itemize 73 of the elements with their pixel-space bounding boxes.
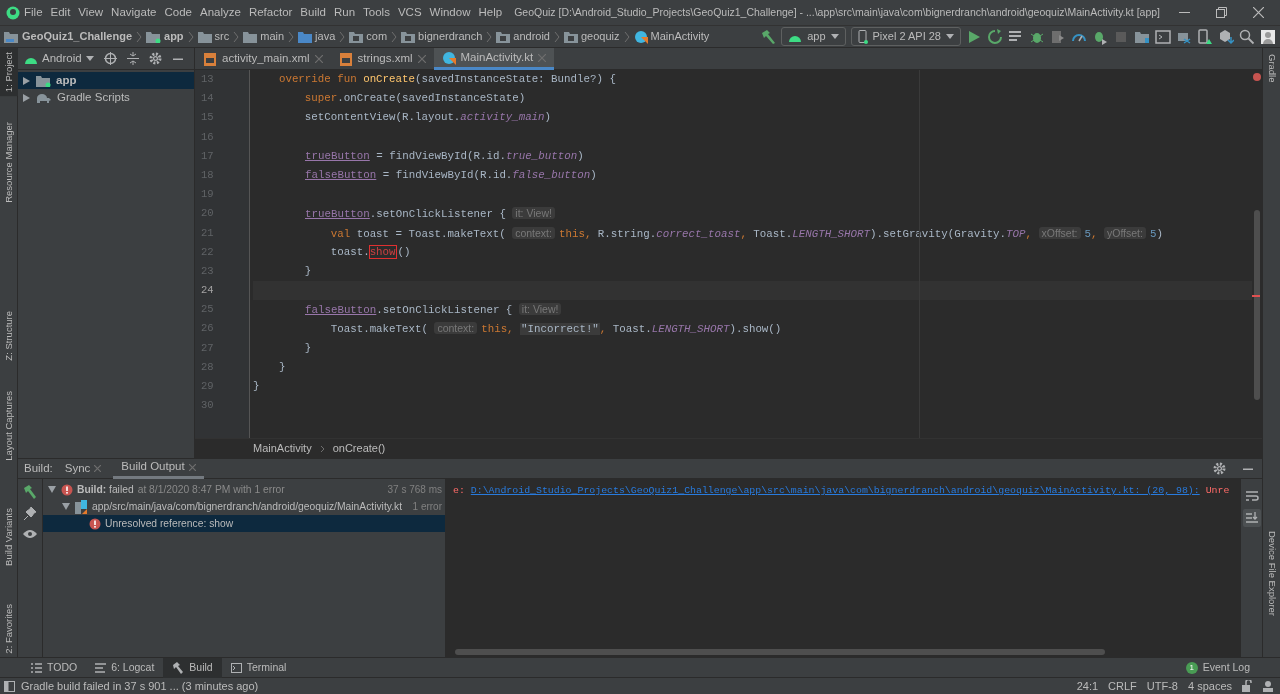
status-message: Gradle build failed in 37 s 901 ... (3 minutes ago) bbox=[21, 678, 259, 694]
breadcrumb-item[interactable]: main bbox=[260, 28, 285, 45]
code-line: toast.show () bbox=[329, 244, 412, 260]
menu-item[interactable]: Run bbox=[329, 3, 360, 22]
line-number: 24 bbox=[200, 283, 215, 299]
breadcrumb-item[interactable]: src bbox=[214, 28, 230, 45]
menu-item[interactable]: VCS bbox=[393, 3, 426, 22]
editor-tab[interactable]: strings.xml bbox=[330, 48, 434, 70]
panel-title: Build: bbox=[24, 460, 53, 476]
tool-window-tab[interactable]: Gradle bbox=[1262, 50, 1280, 87]
file-encoding[interactable]: UTF-8 bbox=[1146, 677, 1178, 694]
line-separator[interactable]: CRLF bbox=[1108, 677, 1137, 694]
breadcrumb-item[interactable]: android bbox=[513, 28, 550, 45]
window-title: GeoQuiz [D:\Android_Studio_Projects\GeoQuiz1_Challenge] - ...\app\src\main\java\com\bignerdranch\android\geoquiz\MainActivity.kt [app] bbox=[514, 4, 1161, 20]
code-line: super.onCreate(savedInstanceState) bbox=[303, 91, 527, 107]
tree-item[interactable]: app/src/main/java/com/bignerdranch/android/geoquiz/MainActivity.kt 1 error bbox=[43, 498, 445, 515]
menu-item[interactable]: File bbox=[20, 3, 47, 22]
breadcrumb-item[interactable]: bignerdranch bbox=[418, 28, 483, 45]
code-line: setContentView(R.layout.activity_main) bbox=[303, 110, 553, 126]
menu-item[interactable]: Edit bbox=[46, 3, 75, 22]
tree-item[interactable]: Gradle Scripts bbox=[18, 89, 194, 106]
tool-window-tab[interactable]: 6: Logcat bbox=[86, 657, 164, 678]
breadcrumb-item[interactable]: app bbox=[164, 28, 184, 45]
tool-window-tab[interactable]: Terminal bbox=[221, 657, 296, 678]
menu-item[interactable]: Window bbox=[425, 3, 475, 22]
tree-item[interactable]: Unresolved reference: show bbox=[43, 515, 445, 532]
file-link[interactable]: D:\Android_Studio_Projects\GeoQuiz1_Challenge\app\src\main\java\com\bignerdranch\android\geoquiz\MainActivity.kt: (20, 98): bbox=[470, 485, 1200, 496]
tool-window-tab[interactable]: Resource Manager bbox=[0, 118, 18, 207]
tree-item[interactable]: Build: failed at 8/1/2020 8:47 PM with 1 error 37 s 768 ms bbox=[43, 481, 445, 498]
code-line: } bbox=[303, 340, 313, 356]
tool-window-tab[interactable]: TODO bbox=[22, 657, 87, 678]
code-line: trueButton = findViewById(R.id.true_button) bbox=[304, 148, 585, 164]
editor-tab[interactable]: activity_main.xml bbox=[195, 48, 331, 70]
code-line: falseButton.setOnClickListener { it: View! bbox=[253, 300, 1252, 320]
run-configuration-dropdown[interactable]: app bbox=[781, 27, 846, 46]
code-line: } bbox=[277, 359, 287, 375]
code-line: val toast = Toast.makeText( context: this, R.string.correct_toast, Toast.LENGTH_SHORT).setGravity(Gravity.TOP, xOffset: 5, yOffset: 5) bbox=[329, 225, 1164, 242]
menu-item[interactable]: Tools bbox=[359, 3, 394, 22]
code-line: falseButton = findViewById(R.id.false_button) bbox=[304, 167, 598, 183]
tool-window-tab[interactable]: Z: Structure bbox=[0, 306, 18, 365]
indent-setting[interactable]: 4 spaces bbox=[1187, 677, 1232, 694]
breadcrumb-item[interactable]: GeoQuiz1_Challenge bbox=[22, 28, 133, 45]
code-line: } bbox=[253, 379, 261, 394]
breadcrumb-item[interactable]: MainActivity bbox=[650, 28, 710, 45]
menu-item[interactable]: View bbox=[74, 3, 108, 22]
tool-window-tab[interactable]: 1: Project bbox=[0, 48, 18, 97]
project-view-dropdown[interactable]: Android bbox=[24, 49, 94, 68]
device-dropdown[interactable]: Pixel 2 API 28 bbox=[850, 27, 961, 46]
menu-item[interactable]: Help bbox=[474, 3, 507, 22]
tool-window-tab[interactable]: Layout Captures bbox=[0, 386, 18, 465]
breadcrumb-item[interactable]: com bbox=[366, 28, 388, 45]
code-line: } bbox=[303, 263, 313, 279]
tool-window-tab[interactable]: 2: Favorites bbox=[0, 600, 18, 658]
tool-window-tab[interactable]: Build bbox=[163, 657, 222, 678]
menu-item[interactable]: Navigate bbox=[107, 3, 161, 22]
tool-window-tab[interactable]: Build Variants bbox=[0, 504, 18, 571]
breadcrumb-item[interactable]: java bbox=[315, 28, 336, 45]
menu-item[interactable]: Build bbox=[296, 3, 330, 22]
panel-tab[interactable]: Sync bbox=[56, 458, 110, 479]
breadcrumb-item[interactable]: geoquiz bbox=[581, 28, 620, 45]
menu-item[interactable]: Analyze bbox=[195, 3, 245, 22]
event-log-button[interactable]: 1 Event Log bbox=[1185, 659, 1280, 676]
code-line: override fun onCreate(savedInstanceState: Bundle?) { bbox=[277, 72, 617, 87]
tool-window-tab[interactable]: Device File Explorer bbox=[1262, 526, 1280, 620]
menu-item[interactable]: Refactor bbox=[244, 3, 297, 22]
code-line: Toast.makeText( context: this, "Incorrect!", Toast.LENGTH_SHORT).show() bbox=[329, 321, 783, 338]
editor-tab[interactable]: MainActivity.kt bbox=[433, 48, 555, 70]
menu-item[interactable]: Code bbox=[160, 3, 196, 22]
tree-item[interactable]: app bbox=[18, 72, 194, 89]
breadcrumb-item[interactable]: MainActivity bbox=[253, 440, 312, 457]
breadcrumb-item[interactable]: onCreate() bbox=[332, 440, 386, 457]
output-line: e: D:\Android_Studio_Projects\GeoQuiz1_Challenge\app\src\main\java\com\bignerdranch\android\geoquiz\MainActivity.kt: (20, 98): Unre bbox=[453, 484, 1231, 498]
caret-position[interactable]: 24:1 bbox=[1076, 677, 1099, 694]
